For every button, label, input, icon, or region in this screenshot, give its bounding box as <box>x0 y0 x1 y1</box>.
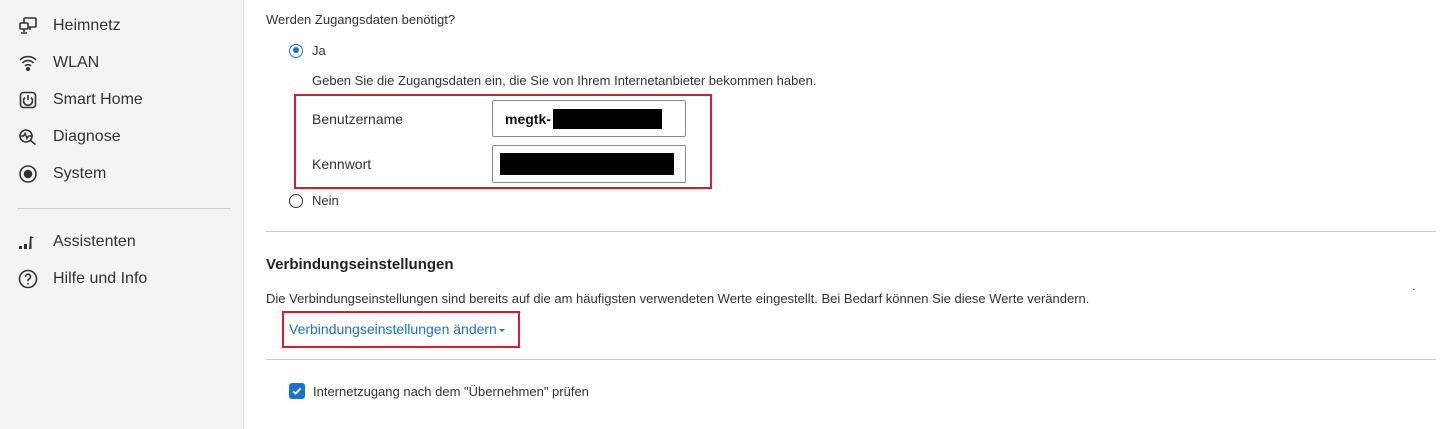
radio-yes-indicator[interactable] <box>289 43 303 58</box>
password-label: Kennwort <box>312 156 372 172</box>
sidebar-item-system[interactable]: System <box>17 159 106 189</box>
sidebar-item-hilfe[interactable]: Hilfe und Info <box>17 264 147 294</box>
connection-description: Die Verbindungseinstellungen sind bereit… <box>266 291 1090 306</box>
username-field[interactable]: megtk- <box>492 100 686 137</box>
credentials-hint: Geben Sie die Zugangsdaten ein, die Sie … <box>312 73 817 88</box>
password-redaction <box>500 153 674 175</box>
wizard-icon <box>17 231 39 253</box>
sidebar-divider <box>17 208 231 209</box>
radio-yes[interactable]: Ja <box>289 43 326 58</box>
sidebar-item-label: Heimnetz <box>53 17 121 34</box>
username-redaction <box>552 108 662 129</box>
sidebar-item-label: Hilfe und Info <box>53 270 148 287</box>
check-internet-option[interactable]: Internetzugang nach dem "Übernehmen" prü… <box>289 383 589 399</box>
section-divider-2 <box>266 359 1436 360</box>
username-label: Benutzername <box>312 111 404 127</box>
diagnose-icon <box>17 126 39 148</box>
sidebar: Heimnetz WLAN Smart Home Diagnose System… <box>0 0 244 429</box>
sidebar-item-heimnetz[interactable]: Heimnetz <box>17 11 121 41</box>
smart-home-icon <box>17 89 39 111</box>
sidebar-item-label: Assistenten <box>53 233 136 250</box>
radio-no-indicator[interactable] <box>289 193 303 208</box>
change-settings-link[interactable]: Verbindungseinstellungen ändern <box>289 321 505 337</box>
connection-heading: Verbindungseinstellungen <box>266 256 454 273</box>
sidebar-item-label: Diagnose <box>53 128 121 145</box>
sidebar-item-label: Smart Home <box>53 91 143 108</box>
check-internet-label: Internetzugang nach dem "Übernehmen" prü… <box>313 383 589 399</box>
section-divider <box>266 231 1436 232</box>
network-icon <box>17 15 39 37</box>
sidebar-item-label: System <box>53 165 107 182</box>
change-settings-link-label: Verbindungseinstellungen ändern <box>289 321 497 337</box>
sidebar-item-label: WLAN <box>53 54 100 71</box>
check-internet-checkbox[interactable] <box>289 383 305 399</box>
radio-no-label: Nein <box>312 193 339 208</box>
caret-down-icon <box>498 329 505 332</box>
password-field[interactable] <box>492 145 686 183</box>
credentials-question: Werden Zugangsdaten benötigt? <box>266 12 456 27</box>
sidebar-item-wlan[interactable]: WLAN <box>17 48 99 78</box>
checkmark-icon <box>292 387 302 395</box>
username-value: megtk- <box>505 110 551 127</box>
system-icon <box>17 163 39 185</box>
help-icon <box>17 268 39 290</box>
main-content: Werden Zugangsdaten benötigt? Ja Geben S… <box>266 0 1444 429</box>
sidebar-item-smart-home[interactable]: Smart Home <box>17 85 143 115</box>
sidebar-item-diagnose[interactable]: Diagnose <box>17 122 121 152</box>
wifi-icon <box>17 52 39 74</box>
radio-yes-label: Ja <box>312 43 326 58</box>
radio-no[interactable]: Nein <box>289 193 339 208</box>
stray-mark: . <box>1412 278 1416 293</box>
sidebar-item-assistenten[interactable]: Assistenten <box>17 227 136 257</box>
